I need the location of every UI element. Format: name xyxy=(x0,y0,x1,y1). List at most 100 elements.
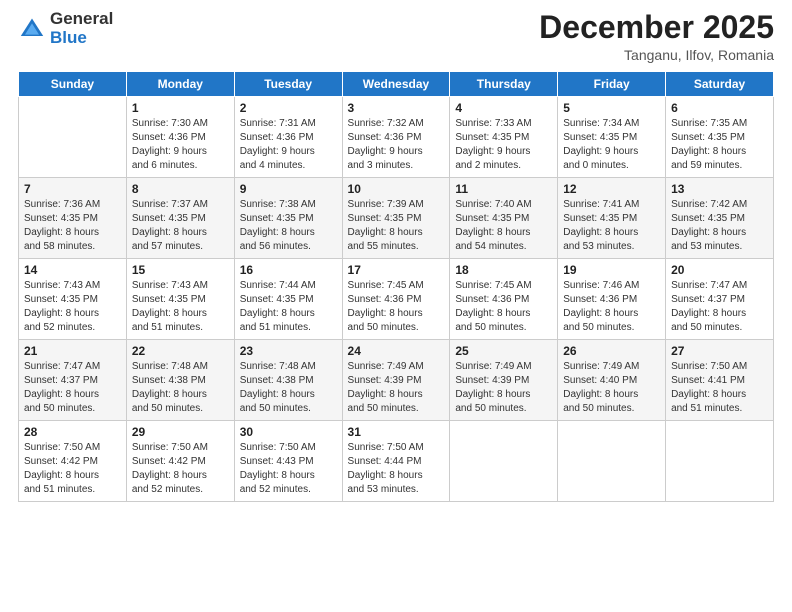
logo: General Blue xyxy=(18,10,113,47)
day-info: Sunrise: 7:50 AMSunset: 4:41 PMDaylight:… xyxy=(671,360,768,416)
day-cell: 3 Sunrise: 7:32 AMSunset: 4:36 PMDaylight… xyxy=(342,97,450,178)
day-info: Sunrise: 7:45 AMSunset: 4:36 PMDaylight:… xyxy=(348,279,445,335)
day-cell: 6 Sunrise: 7:35 AMSunset: 4:35 PMDaylight… xyxy=(666,97,774,178)
title-area: December 2025 Tanganu, Ilfov, Romania xyxy=(539,10,774,63)
day-info: Sunrise: 7:34 AMSunset: 4:35 PMDaylight:… xyxy=(563,117,660,173)
day-info: Sunrise: 7:43 AMSunset: 4:35 PMDaylight:… xyxy=(132,279,229,335)
day-cell: 1Sunrise: 7:30 AMSunset: 4:36 PMDaylight… xyxy=(126,97,234,178)
day-info: Sunrise: 7:39 AMSunset: 4:35 PMDaylight:… xyxy=(348,198,445,254)
day-info: Sunrise: 7:47 AMSunset: 4:37 PMDaylight:… xyxy=(24,360,121,416)
day-number: 26 xyxy=(563,344,660,358)
day-number: 22 xyxy=(132,344,229,358)
day-cell: 23Sunrise: 7:48 AMSunset: 4:38 PMDayligh… xyxy=(234,340,342,421)
col-header-sunday: Sunday xyxy=(19,72,127,97)
day-cell: 14Sunrise: 7:43 AMSunset: 4:35 PMDayligh… xyxy=(19,259,127,340)
col-header-saturday: Saturday xyxy=(666,72,774,97)
day-cell: 11Sunrise: 7:40 AMSunset: 4:35 PMDayligh… xyxy=(450,178,558,259)
day-number: 2 xyxy=(240,101,337,115)
col-header-tuesday: Tuesday xyxy=(234,72,342,97)
day-number: 5 xyxy=(563,101,660,115)
week-row-4: 21 Sunrise: 7:47 AMSunset: 4:37 PMDayligh… xyxy=(19,340,774,421)
day-cell xyxy=(19,97,127,178)
day-number: 9 xyxy=(240,182,337,196)
day-info: Sunrise: 7:50 AMSunset: 4:42 PMDaylight:… xyxy=(132,441,229,497)
day-number: 10 xyxy=(348,182,445,196)
day-number: 8 xyxy=(132,182,229,196)
day-cell: 12 Sunrise: 7:41 AMSunset: 4:35 PMDayligh… xyxy=(558,178,666,259)
col-header-thursday: Thursday xyxy=(450,72,558,97)
day-cell: 17 Sunrise: 7:45 AMSunset: 4:36 PMDayligh… xyxy=(342,259,450,340)
day-number: 28 xyxy=(24,425,121,439)
day-cell: 7 Sunrise: 7:36 AMSunset: 4:35 PMDaylight… xyxy=(19,178,127,259)
day-number: 3 xyxy=(348,101,445,115)
day-info: Sunrise: 7:32 AMSunset: 4:36 PMDaylight:… xyxy=(348,117,445,173)
day-info: Sunrise: 7:50 AMSunset: 4:44 PMDaylight:… xyxy=(348,441,445,497)
day-cell: 4Sunrise: 7:33 AMSunset: 4:35 PMDaylight… xyxy=(450,97,558,178)
day-number: 29 xyxy=(132,425,229,439)
day-number: 4 xyxy=(455,101,552,115)
day-number: 13 xyxy=(671,182,768,196)
day-info: Sunrise: 7:42 AMSunset: 4:35 PMDaylight:… xyxy=(671,198,768,254)
day-cell: 30 Sunrise: 7:50 AMSunset: 4:43 PMDayligh… xyxy=(234,421,342,502)
day-info: Sunrise: 7:49 AMSunset: 4:39 PMDaylight:… xyxy=(455,360,552,416)
logo-blue-text: Blue xyxy=(50,29,113,48)
day-cell: 26Sunrise: 7:49 AMSunset: 4:40 PMDayligh… xyxy=(558,340,666,421)
day-cell: 18 Sunrise: 7:45 AMSunset: 4:36 PMDayligh… xyxy=(450,259,558,340)
day-number: 31 xyxy=(348,425,445,439)
day-info: Sunrise: 7:31 AMSunset: 4:36 PMDaylight:… xyxy=(240,117,337,173)
day-info: Sunrise: 7:50 AMSunset: 4:42 PMDaylight:… xyxy=(24,441,121,497)
day-cell: 27Sunrise: 7:50 AMSunset: 4:41 PMDayligh… xyxy=(666,340,774,421)
day-cell xyxy=(450,421,558,502)
day-info: Sunrise: 7:37 AMSunset: 4:35 PMDaylight:… xyxy=(132,198,229,254)
logo-general-text: General xyxy=(50,10,113,29)
day-info: Sunrise: 7:41 AMSunset: 4:35 PMDaylight:… xyxy=(563,198,660,254)
day-number: 24 xyxy=(348,344,445,358)
day-number: 25 xyxy=(455,344,552,358)
day-cell: 21 Sunrise: 7:47 AMSunset: 4:37 PMDayligh… xyxy=(19,340,127,421)
header: General Blue December 2025 Tanganu, Ilfo… xyxy=(18,10,774,63)
day-number: 11 xyxy=(455,182,552,196)
week-row-5: 28 Sunrise: 7:50 AMSunset: 4:42 PMDayligh… xyxy=(19,421,774,502)
day-info: Sunrise: 7:35 AMSunset: 4:35 PMDaylight:… xyxy=(671,117,768,173)
day-cell xyxy=(558,421,666,502)
logo-text: General Blue xyxy=(50,10,113,47)
week-row-1: 1Sunrise: 7:30 AMSunset: 4:36 PMDaylight… xyxy=(19,97,774,178)
day-info: Sunrise: 7:46 AMSunset: 4:36 PMDaylight:… xyxy=(563,279,660,335)
day-number: 6 xyxy=(671,101,768,115)
col-header-friday: Friday xyxy=(558,72,666,97)
day-info: Sunrise: 7:45 AMSunset: 4:36 PMDaylight:… xyxy=(455,279,552,335)
day-cell: 20 Sunrise: 7:47 AMSunset: 4:37 PMDayligh… xyxy=(666,259,774,340)
calendar: SundayMondayTuesdayWednesdayThursdayFrid… xyxy=(18,71,774,502)
day-number: 17 xyxy=(348,263,445,277)
logo-icon xyxy=(18,15,46,43)
day-info: Sunrise: 7:38 AMSunset: 4:35 PMDaylight:… xyxy=(240,198,337,254)
day-cell: 10 Sunrise: 7:39 AMSunset: 4:35 PMDayligh… xyxy=(342,178,450,259)
day-number: 20 xyxy=(671,263,768,277)
day-info: Sunrise: 7:49 AMSunset: 4:39 PMDaylight:… xyxy=(348,360,445,416)
day-cell: 16Sunrise: 7:44 AMSunset: 4:35 PMDayligh… xyxy=(234,259,342,340)
day-number: 7 xyxy=(24,182,121,196)
day-info: Sunrise: 7:47 AMSunset: 4:37 PMDaylight:… xyxy=(671,279,768,335)
day-cell: 5 Sunrise: 7:34 AMSunset: 4:35 PMDaylight… xyxy=(558,97,666,178)
col-header-monday: Monday xyxy=(126,72,234,97)
day-number: 14 xyxy=(24,263,121,277)
day-number: 30 xyxy=(240,425,337,439)
day-number: 15 xyxy=(132,263,229,277)
day-number: 1 xyxy=(132,101,229,115)
day-info: Sunrise: 7:36 AMSunset: 4:35 PMDaylight:… xyxy=(24,198,121,254)
week-row-3: 14 Sunrise: 7:43 AMSunset: 4:35 PMDayligh… xyxy=(19,259,774,340)
day-number: 12 xyxy=(563,182,660,196)
week-row-2: 7 Sunrise: 7:36 AMSunset: 4:35 PMDaylight… xyxy=(19,178,774,259)
day-number: 21 xyxy=(24,344,121,358)
day-info: Sunrise: 7:48 AMSunset: 4:38 PMDaylight:… xyxy=(240,360,337,416)
day-cell: 8 Sunrise: 7:37 AMSunset: 4:35 PMDaylight… xyxy=(126,178,234,259)
calendar-header-row: SundayMondayTuesdayWednesdayThursdayFrid… xyxy=(19,72,774,97)
day-cell: 28 Sunrise: 7:50 AMSunset: 4:42 PMDayligh… xyxy=(19,421,127,502)
day-number: 18 xyxy=(455,263,552,277)
col-header-wednesday: Wednesday xyxy=(342,72,450,97)
day-cell xyxy=(666,421,774,502)
day-info: Sunrise: 7:48 AMSunset: 4:38 PMDaylight:… xyxy=(132,360,229,416)
day-cell: 22 Sunrise: 7:48 AMSunset: 4:38 PMDayligh… xyxy=(126,340,234,421)
day-cell: 19Sunrise: 7:46 AMSunset: 4:36 PMDayligh… xyxy=(558,259,666,340)
day-info: Sunrise: 7:50 AMSunset: 4:43 PMDaylight:… xyxy=(240,441,337,497)
